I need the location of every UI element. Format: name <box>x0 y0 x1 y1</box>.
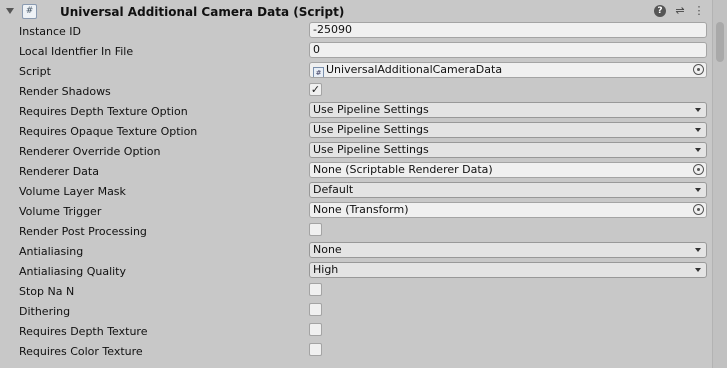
render-post-processing-checkbox[interactable] <box>309 223 322 236</box>
requires-depth-texture-option-dropdown[interactable]: Use Pipeline Settings <box>309 102 707 118</box>
dropdown-arrow-icon <box>695 108 701 112</box>
field-value: None <box>313 243 342 256</box>
dropdown-arrow-icon <box>695 248 701 252</box>
object-picker-icon[interactable] <box>693 164 704 175</box>
property-row-antialiasing-quality: Antialiasing Quality High <box>0 262 712 280</box>
script-asset-icon: # <box>313 67 324 77</box>
property-label: Dithering <box>19 305 71 318</box>
property-label: Stop Na N <box>19 285 75 298</box>
property-label: Requires Color Texture <box>19 345 143 358</box>
renderer-override-option-dropdown[interactable]: Use Pipeline Settings <box>309 142 707 158</box>
object-picker-icon[interactable] <box>693 204 704 215</box>
requires-depth-texture-checkbox[interactable] <box>309 323 322 336</box>
inspector-panel: # Universal Additional Camera Data (Scri… <box>0 0 712 368</box>
field-value: Use Pipeline Settings <box>313 123 429 136</box>
renderer-data-object-field[interactable]: None (Scriptable Renderer Data) <box>309 162 707 178</box>
field-value: Use Pipeline Settings <box>313 143 429 156</box>
script-object-field[interactable]: # UniversalAdditionalCameraData <box>309 62 707 78</box>
field-value: High <box>313 263 339 276</box>
volume-layer-mask-dropdown[interactable]: Default <box>309 182 707 198</box>
property-row-renderer-override-option: Renderer Override Option Use Pipeline Set… <box>0 142 712 160</box>
dropdown-arrow-icon <box>695 268 701 272</box>
property-row-requires-color-texture: Requires Color Texture <box>0 342 712 360</box>
local-identfier-in-file-field[interactable]: 0 <box>309 42 707 58</box>
field-value: None (Transform) <box>313 203 409 216</box>
property-label: Script <box>19 65 51 78</box>
property-label: Render Post Processing <box>19 225 147 238</box>
property-label: Requires Depth Texture <box>19 325 148 338</box>
foldout-arrow-icon[interactable] <box>6 8 14 14</box>
property-row-requires-opaque-texture-option: Requires Opaque Texture Option Use Pipeli… <box>0 122 712 140</box>
dropdown-arrow-icon <box>695 148 701 152</box>
property-row-requires-depth-texture-option: Requires Depth Texture Option Use Pipelin… <box>0 102 712 120</box>
render-shadows-checkbox[interactable]: ✓ <box>309 83 322 96</box>
property-row-requires-depth-texture: Requires Depth Texture <box>0 322 712 340</box>
property-row-volume-layer-mask: Volume Layer Mask Default <box>0 182 712 200</box>
property-row-stop-na-n: Stop Na N <box>0 282 712 300</box>
field-value: -25090 <box>313 23 352 36</box>
property-row-render-post-processing: Render Post Processing <box>0 222 712 240</box>
field-value: Use Pipeline Settings <box>313 103 429 116</box>
field-value: 0 <box>313 43 320 56</box>
property-row-renderer-data: Renderer Data None (Scriptable Renderer D… <box>0 162 712 180</box>
property-label: Renderer Data <box>19 165 99 178</box>
stop-na-n-checkbox[interactable] <box>309 283 322 296</box>
requires-opaque-texture-option-dropdown[interactable]: Use Pipeline Settings <box>309 122 707 138</box>
property-row-volume-trigger: Volume Trigger None (Transform) <box>0 202 712 220</box>
property-label: Requires Depth Texture Option <box>19 105 188 118</box>
context-menu-icon[interactable]: ⋮ <box>693 5 705 17</box>
requires-color-texture-checkbox[interactable] <box>309 343 322 356</box>
field-value: Default <box>313 183 354 196</box>
property-label: Antialiasing Quality <box>19 265 127 278</box>
field-value: UniversalAdditionalCameraData <box>326 63 503 76</box>
object-picker-icon[interactable] <box>693 64 704 75</box>
property-label: Volume Layer Mask <box>19 185 126 198</box>
script-icon: # <box>22 4 37 19</box>
component-title: Universal Additional Camera Data (Script… <box>60 5 345 19</box>
field-value: None (Scriptable Renderer Data) <box>313 163 493 176</box>
antialiasing-quality-dropdown[interactable]: High <box>309 262 707 278</box>
property-label: Requires Opaque Texture Option <box>19 125 198 138</box>
property-row-render-shadows: Render Shadows ✓ <box>0 82 712 100</box>
property-row-instance-id: Instance ID -25090 <box>0 22 712 40</box>
dropdown-arrow-icon <box>695 188 701 192</box>
antialiasing-dropdown[interactable]: None <box>309 242 707 258</box>
property-row-script: Script # UniversalAdditionalCameraData <box>0 62 712 80</box>
help-icon[interactable]: ? <box>654 5 666 17</box>
property-row-antialiasing: Antialiasing None <box>0 242 712 260</box>
dropdown-arrow-icon <box>695 128 701 132</box>
volume-trigger-object-field[interactable]: None (Transform) <box>309 202 707 218</box>
property-label: Local Identfier In File <box>19 45 134 58</box>
presets-icon[interactable]: ⇌ <box>674 5 686 17</box>
instance-id-field[interactable]: -25090 <box>309 22 707 38</box>
vertical-scrollbar[interactable] <box>712 0 727 368</box>
dithering-checkbox[interactable] <box>309 303 322 316</box>
property-label: Render Shadows <box>19 85 111 98</box>
scrollbar-thumb[interactable] <box>716 22 724 62</box>
property-label: Instance ID <box>19 25 81 38</box>
component-header[interactable]: # Universal Additional Camera Data (Scri… <box>0 3 712 21</box>
property-label: Antialiasing <box>19 245 84 258</box>
property-row-dithering: Dithering <box>0 302 712 320</box>
property-label: Volume Trigger <box>19 205 102 218</box>
property-row-local-identfier-in-file: Local Identfier In File 0 <box>0 42 712 60</box>
property-label: Renderer Override Option <box>19 145 161 158</box>
